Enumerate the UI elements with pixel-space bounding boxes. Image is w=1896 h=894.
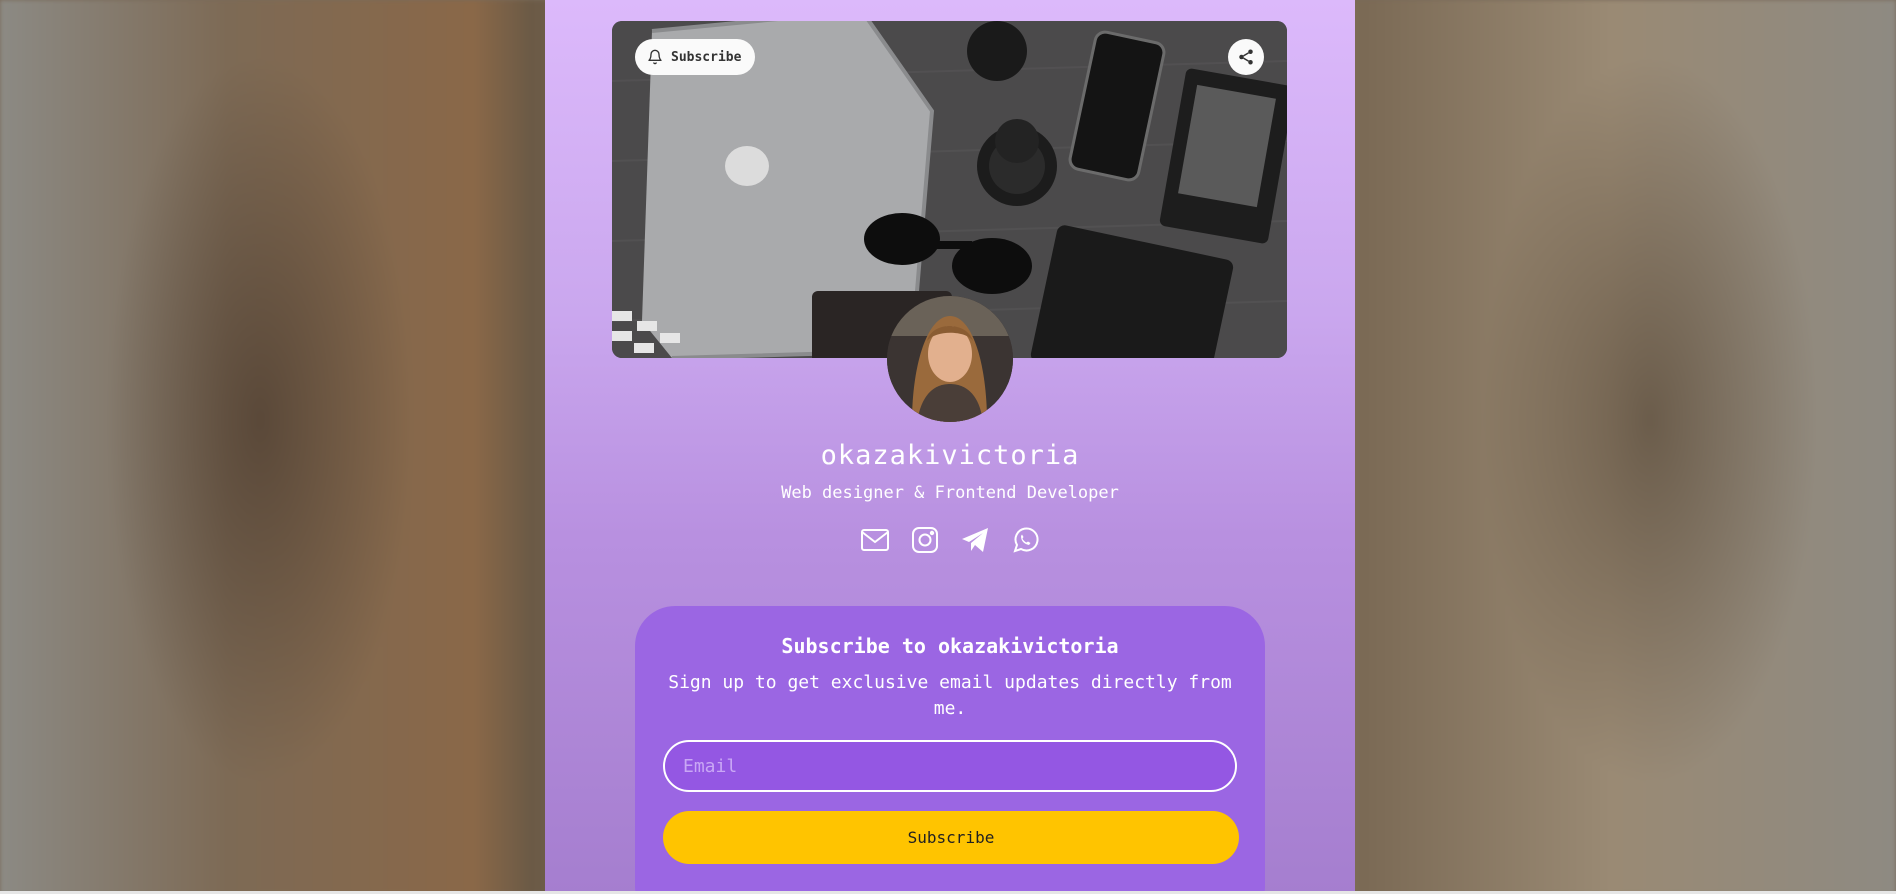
- header-subscribe-button[interactable]: Subscribe: [635, 39, 756, 75]
- share-icon: [1237, 48, 1255, 66]
- subscribe-card-description: Sign up to get exclusive email updates d…: [668, 672, 1232, 719]
- profile-username: okazakivictoria: [820, 440, 1080, 471]
- social-links: [545, 525, 1355, 555]
- subscribe-card-title: Subscribe to okazakivictoria: [781, 634, 1119, 658]
- telegram-icon[interactable]: [960, 525, 990, 555]
- profile-tagline: Web designer & Frontend Developer: [781, 483, 1119, 503]
- avatar-photo: [887, 296, 1013, 422]
- bell-icon: [647, 49, 663, 65]
- subscribe-card: Subscribe to okazakivictoria Sign up to …: [635, 606, 1265, 894]
- subscribe-button[interactable]: Subscribe: [663, 811, 1239, 864]
- email-field[interactable]: [663, 740, 1237, 792]
- profile-page: Subscribe okazakivictoria Web designer &…: [545, 0, 1355, 894]
- avatar: [887, 296, 1013, 422]
- header-subscribe-label: Subscribe: [671, 49, 742, 65]
- share-button[interactable]: [1228, 39, 1264, 75]
- whatsapp-icon[interactable]: [1010, 525, 1040, 555]
- instagram-icon[interactable]: [910, 525, 940, 555]
- email-icon[interactable]: [860, 525, 890, 555]
